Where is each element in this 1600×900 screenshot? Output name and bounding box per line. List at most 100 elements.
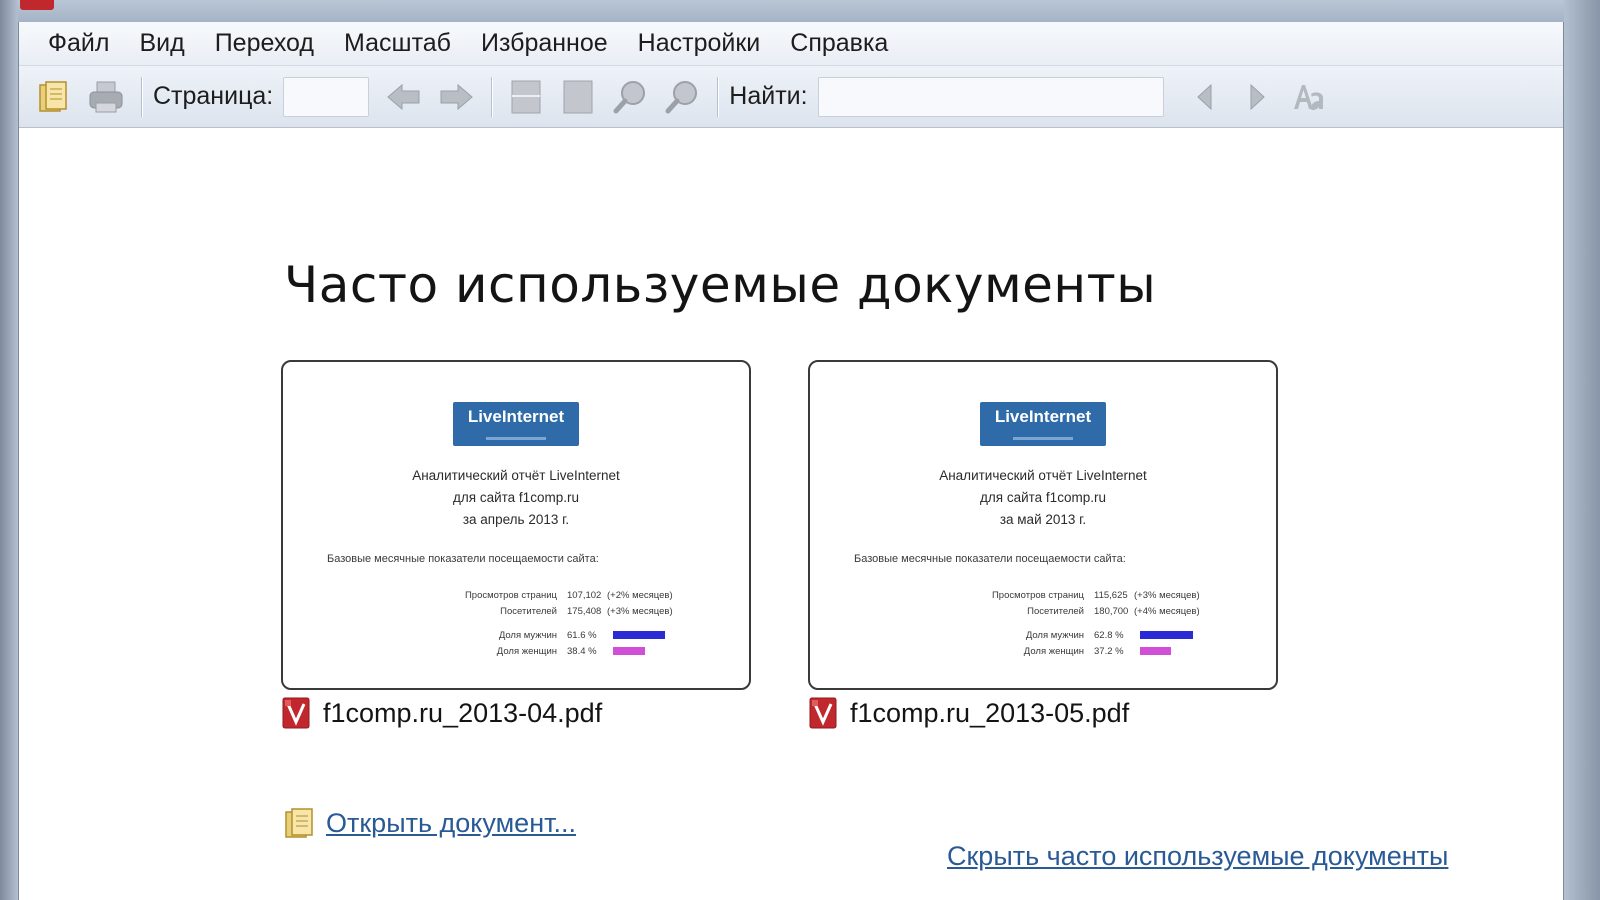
fit-page-button[interactable]	[503, 74, 549, 120]
find-input[interactable]	[817, 76, 1164, 117]
share-row: Доля женщин 38.4 %	[433, 643, 697, 659]
stat-value: 107,102	[567, 589, 602, 601]
share-label: Доля мужчин	[1025, 629, 1084, 641]
report-period: за апрель 2013 г.	[462, 512, 570, 527]
report-title: Аналитический отчёт LiveInternet	[939, 468, 1147, 483]
share-value: 38.4 %	[567, 645, 597, 657]
liveinternet-logo: LiveInternet	[453, 402, 579, 446]
print-button[interactable]	[83, 74, 129, 120]
report-title: Аналитический отчёт LiveInternet	[412, 468, 620, 483]
match-case-button[interactable]	[1286, 74, 1332, 120]
zoom-out-icon	[665, 80, 698, 113]
logo-underline	[486, 437, 546, 440]
start-page: Часто используемые документы LiveInterne…	[19, 128, 1563, 900]
document-thumbnail[interactable]: LiveInternet Аналитический отчёт LiveInt…	[808, 360, 1278, 690]
share-label: Доля мужчин	[498, 629, 557, 641]
stat-note: (+4% месяцев)	[1134, 605, 1200, 617]
pdf-file-icon	[282, 697, 310, 729]
report-site: для сайта f1comp.ru	[453, 490, 579, 505]
stat-label: Просмотров страниц	[991, 589, 1084, 601]
document-thumbnail[interactable]: LiveInternet Аналитический отчёт LiveInt…	[281, 360, 751, 690]
menu-bar: Файл Вид Переход Масштаб Избранное Настр…	[19, 22, 1563, 66]
logo-underline	[1013, 437, 1073, 440]
stat-row: Просмотров страниц 107,102 (+2% месяцев)	[433, 587, 697, 603]
find-prev-icon	[1196, 83, 1212, 110]
share-bar-women	[613, 647, 645, 655]
menu-view[interactable]: Вид	[124, 29, 199, 58]
find-next-icon	[1250, 83, 1265, 110]
menu-go[interactable]: Переход	[200, 29, 329, 58]
share-label: Доля женщин	[496, 645, 557, 657]
stat-note: (+3% месяцев)	[607, 605, 673, 617]
stat-label: Просмотров страниц	[464, 589, 557, 601]
stat-note: (+3% месяцев)	[1134, 589, 1200, 601]
report-stats: Просмотров страниц 107,102 (+2% месяцев)…	[433, 587, 697, 659]
back-arrow-icon	[387, 83, 420, 110]
window-frame-left	[0, 0, 18, 900]
hide-frequent-documents-link[interactable]: Скрыть часто используемые документы	[947, 841, 1448, 872]
report-site: для сайта f1comp.ru	[980, 490, 1106, 505]
toolbar: Страница: Найти:	[19, 66, 1563, 128]
document-filename[interactable]: f1comp.ru_2013-04.pdf	[323, 698, 602, 729]
share-bar-men	[1140, 631, 1193, 639]
document-filename[interactable]: f1comp.ru_2013-05.pdf	[850, 698, 1129, 729]
stat-row: Просмотров страниц 115,625 (+3% месяцев)	[960, 587, 1224, 603]
forward-arrow-icon	[440, 83, 474, 110]
report-base-heading: Базовые месячные показатели посещаемости…	[854, 553, 1126, 565]
app-icon[interactable]	[20, 0, 54, 10]
menu-file[interactable]: Файл	[33, 29, 124, 58]
menu-help[interactable]: Справка	[775, 29, 903, 58]
stat-label: Посетителей	[1027, 605, 1084, 617]
report-period: за май 2013 г.	[999, 512, 1087, 527]
window-title-bar[interactable]	[0, 0, 1600, 22]
zoom-out-button[interactable]	[659, 74, 705, 120]
stat-value: 180,700	[1094, 605, 1129, 617]
stat-value: 115,625	[1094, 589, 1128, 601]
recent-document-card[interactable]: LiveInternet Аналитический отчёт LiveInt…	[281, 360, 751, 730]
recent-document-card[interactable]: LiveInternet Аналитический отчёт LiveInt…	[808, 360, 1278, 730]
forward-button[interactable]	[433, 74, 479, 120]
find-label: Найти:	[729, 82, 808, 110]
toolbar-separator	[717, 76, 720, 117]
share-value: 62.8 %	[1094, 629, 1124, 641]
fit-width-icon	[563, 80, 593, 113]
toolbar-separator	[491, 76, 494, 117]
report-base-heading: Базовые месячные показатели посещаемости…	[327, 553, 599, 565]
open-document-text[interactable]: Открыть документ...	[326, 808, 576, 839]
find-prev-button[interactable]	[1182, 74, 1228, 120]
back-button[interactable]	[381, 74, 427, 120]
stat-label: Посетителей	[500, 605, 557, 617]
page-number-input[interactable]	[283, 76, 370, 117]
document-link[interactable]: f1comp.ru_2013-05.pdf	[808, 696, 1278, 730]
stat-value: 175,408	[567, 605, 602, 617]
share-row: Доля женщин 37.2 %	[960, 643, 1224, 659]
zoom-in-icon	[613, 80, 646, 113]
logo-text: LiveInternet	[994, 407, 1092, 426]
toolbar-separator	[141, 76, 143, 117]
menu-zoom[interactable]: Масштаб	[329, 29, 466, 58]
menu-settings[interactable]: Настройки	[623, 29, 776, 58]
share-value: 61.6 %	[567, 629, 597, 641]
match-case-icon	[1293, 84, 1323, 110]
share-label: Доля женщин	[1023, 645, 1084, 657]
stat-row: Посетителей 180,700 (+4% месяцев)	[960, 603, 1224, 619]
pdf-file-icon	[809, 697, 837, 729]
page-label: Страница:	[153, 82, 274, 110]
open-button[interactable]	[31, 74, 77, 120]
frequent-documents-title: Часто используемые документы	[284, 256, 1157, 314]
zoom-in-button[interactable]	[607, 74, 653, 120]
app-window: Файл Вид Переход Масштаб Избранное Настр…	[18, 22, 1564, 900]
find-next-button[interactable]	[1234, 74, 1280, 120]
open-document-link[interactable]: Открыть документ...	[284, 806, 576, 840]
fit-width-button[interactable]	[555, 74, 601, 120]
fit-page-icon	[511, 80, 541, 113]
logo-text: LiveInternet	[467, 407, 565, 426]
report-stats: Просмотров страниц 115,625 (+3% месяцев)…	[960, 587, 1224, 659]
document-link[interactable]: f1comp.ru_2013-04.pdf	[281, 696, 751, 730]
window-frame-right	[1564, 0, 1600, 900]
print-icon	[89, 81, 123, 112]
share-value: 37.2 %	[1094, 645, 1124, 657]
open-file-icon	[285, 808, 313, 838]
menu-favorites[interactable]: Избранное	[466, 29, 623, 58]
stat-note: (+2% месяцев)	[607, 589, 673, 601]
